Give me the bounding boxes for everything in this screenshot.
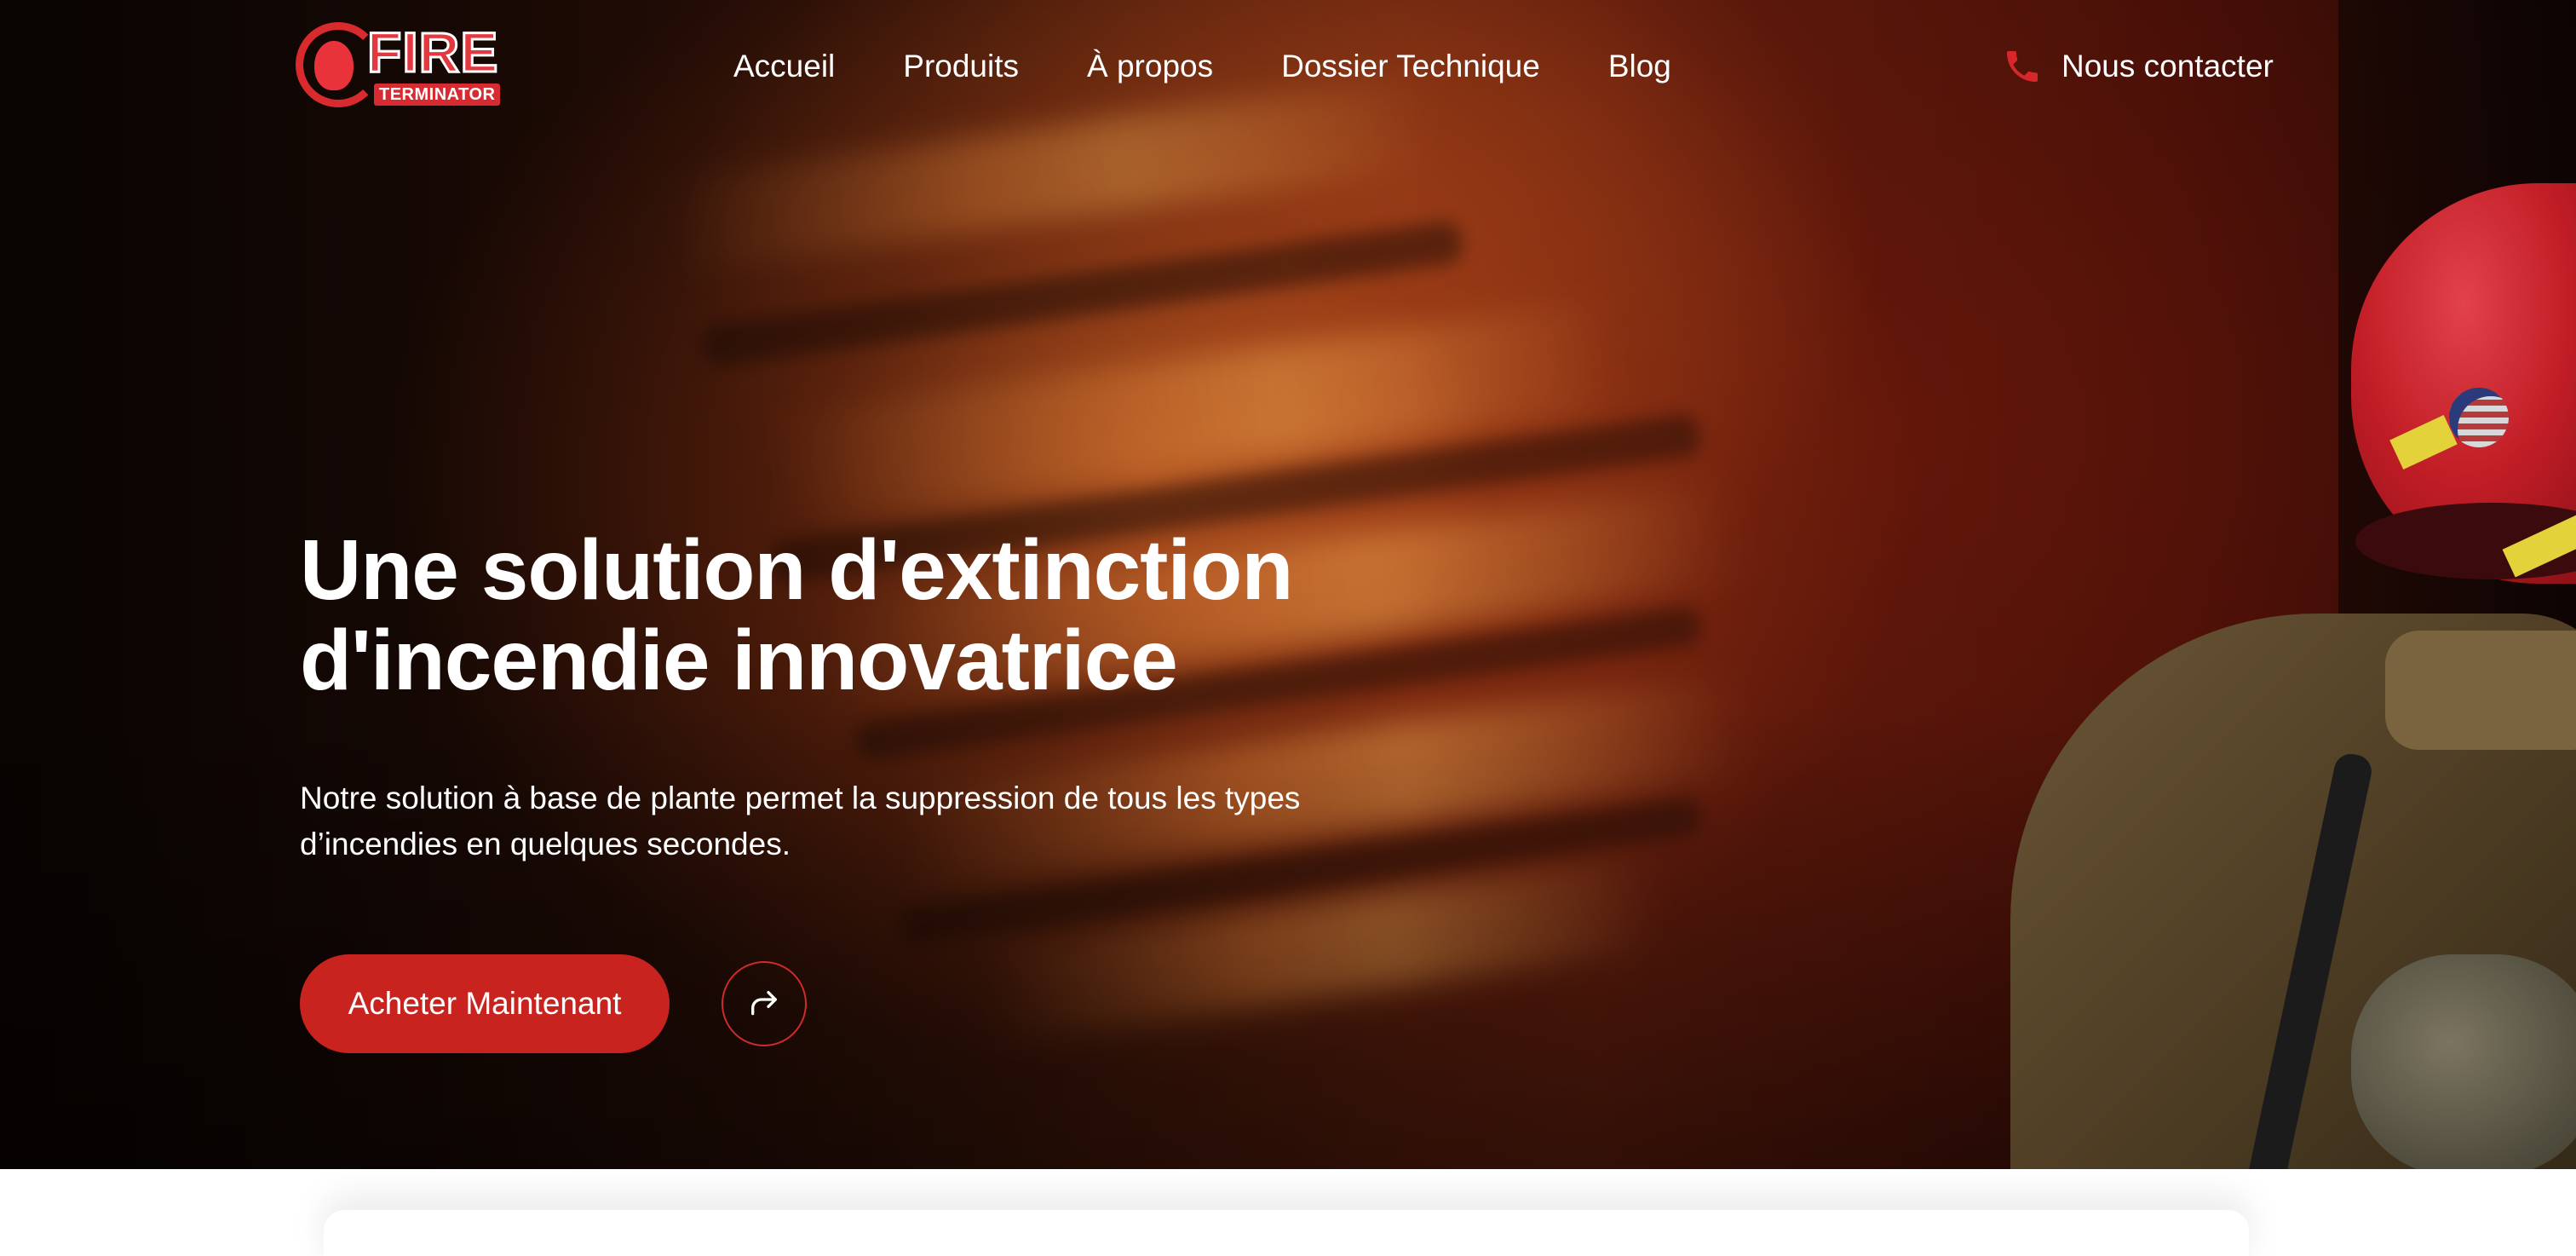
- nav-link-dossier-technique[interactable]: Dossier Technique: [1281, 49, 1540, 84]
- hero-title-line-2: d'incendie innovatrice: [300, 613, 1178, 708]
- hero-title: Une solution d'extinction d'incendie inn…: [300, 525, 1407, 706]
- main-menu: Accueil Produits À propos Dossier Techni…: [733, 44, 1671, 89]
- buy-now-button[interactable]: Acheter Maintenant: [300, 954, 670, 1053]
- brand-logo[interactable]: FIRE TERMINATOR: [296, 19, 509, 118]
- logo-subtitle: TERMINATOR: [374, 84, 501, 106]
- nav-link-produits[interactable]: Produits: [903, 49, 1019, 84]
- phone-icon: [2007, 51, 2038, 82]
- contact-label: Nous contacter: [2061, 49, 2274, 84]
- hero-description: Notre solution à base de plante permet l…: [300, 781, 1301, 861]
- logo-wordmark: FIRE: [365, 20, 499, 84]
- share-arrow-icon: [751, 991, 777, 1016]
- hero-title-line-1: Une solution d'extinction: [300, 522, 1293, 618]
- nav-link-blog[interactable]: Blog: [1608, 49, 1671, 84]
- contact-link[interactable]: Nous contacter: [2002, 44, 2274, 89]
- nav-link-a-propos[interactable]: À propos: [1087, 49, 1213, 84]
- share-button[interactable]: [722, 961, 807, 1046]
- flame-icon: [314, 41, 354, 90]
- content-card: [324, 1210, 2249, 1256]
- nav-link-accueil[interactable]: Accueil: [733, 49, 835, 84]
- top-navigation: FIRE TERMINATOR Accueil Produits À propo…: [0, 0, 2576, 136]
- page: FIRE TERMINATOR Accueil Produits À propo…: [0, 0, 2576, 1256]
